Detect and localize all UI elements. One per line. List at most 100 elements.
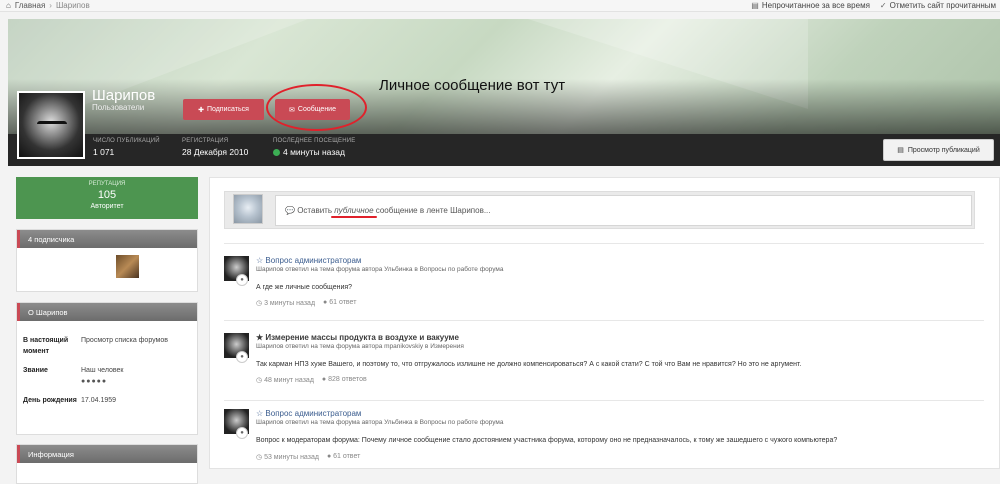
feed-body: Так карман НПЗ хуже Вашего, и поэтому то… bbox=[256, 361, 802, 368]
about-row: В настоящий момент Просмотр списка форум… bbox=[17, 335, 197, 357]
stat-value: 4 минуты назад bbox=[273, 147, 356, 157]
feed-replies-text: 61 ответ bbox=[333, 453, 361, 460]
reputation-value: 105 bbox=[97, 189, 117, 201]
feed-divider bbox=[224, 243, 984, 244]
rank-pips: ●●●●● bbox=[81, 378, 108, 385]
about-key: День рождения bbox=[23, 397, 77, 404]
star-icon: ★ bbox=[256, 333, 266, 342]
feed-footer: ◷ 3 минуты назад ● 61 ответ bbox=[256, 299, 356, 307]
feed-replies[interactable]: ● 61 ответ bbox=[327, 453, 360, 461]
about-key: В настоящий момент bbox=[23, 337, 69, 355]
followers-header: 4 подписчика bbox=[17, 230, 197, 248]
stat-label: Число публикаций bbox=[93, 138, 160, 144]
profile-name: Шарипов bbox=[92, 87, 156, 104]
info-box: Информация bbox=[16, 444, 198, 484]
stat-value: 1 071 bbox=[93, 147, 160, 157]
feed-time: ◷ 48 минут назад bbox=[256, 376, 314, 384]
list-icon: ▤ bbox=[897, 147, 904, 154]
check-icon: ✓ bbox=[879, 1, 887, 10]
reputation-label: Репутация bbox=[88, 181, 126, 187]
feed-divider bbox=[224, 400, 984, 401]
status-placeholder: 💬 Оставить публичное сообщение в ленте Ш… bbox=[285, 206, 491, 215]
feed-item: ● ☆ Вопрос администраторам Шарипов ответ… bbox=[224, 256, 984, 316]
feed-title-text: Измерение массы продукта в воздухе и вак… bbox=[265, 333, 459, 342]
feed-item: ● ☆ Вопрос администраторам Шарипов ответ… bbox=[224, 409, 984, 469]
subscribe-label: Подписаться bbox=[206, 106, 249, 113]
placeholder-emph: публичное bbox=[334, 206, 374, 215]
feed-divider bbox=[224, 320, 984, 321]
breadcrumb-separator: › bbox=[49, 1, 52, 10]
mark-read-label: Отметить сайт прочитанным bbox=[889, 1, 996, 10]
feed-body: А где же личные сообщения? bbox=[256, 284, 353, 291]
stat-posts: Число публикаций 1 071 bbox=[93, 138, 160, 157]
feed-title[interactable]: ☆ Вопрос администраторам bbox=[256, 409, 361, 418]
about-value: Наш человек ●●●●● bbox=[81, 365, 123, 387]
feed-title-text: Вопрос администраторам bbox=[265, 409, 362, 418]
feed-body: Вопрос к модераторам форума: Почему личн… bbox=[256, 437, 838, 444]
mark-read-link[interactable]: ✓ Отметить сайт прочитанным bbox=[880, 1, 996, 10]
follower-avatar[interactable] bbox=[116, 255, 139, 278]
feed-title[interactable]: ☆ Вопрос администраторам bbox=[256, 256, 361, 265]
reputation-title: Авторитет bbox=[90, 203, 124, 210]
avatar[interactable] bbox=[17, 91, 85, 159]
feed-item: ● ★ Измерение массы продукта в воздухе и… bbox=[224, 333, 984, 393]
view-posts-button[interactable]: ▤ Просмотр публикаций bbox=[883, 139, 994, 161]
stat-label: Последнее посещение bbox=[273, 138, 356, 144]
stat-value: 28 Декабря 2010 bbox=[182, 147, 248, 157]
clock-icon: ◷ bbox=[256, 454, 265, 461]
stat-last-visit: Последнее посещение 4 минуты назад bbox=[273, 138, 356, 157]
info-header: Информация bbox=[17, 445, 197, 463]
feed-title[interactable]: ★ Измерение массы продукта в воздухе и в… bbox=[256, 333, 459, 342]
rank-title: Наш человек bbox=[81, 367, 124, 374]
about-row: День рождения 17.04.1959 bbox=[17, 395, 197, 406]
feed-meta: Шарипов ответил на тема форума автора Ул… bbox=[256, 419, 504, 426]
feed-replies-text: 61 ответ bbox=[329, 299, 357, 306]
clock-icon: ◷ bbox=[256, 300, 265, 307]
sidebar: Репутация 105 Авторитет bbox=[16, 177, 198, 219]
view-posts-label: Просмотр публикаций bbox=[907, 146, 980, 154]
stat-registration: Регистрация 28 Декабря 2010 bbox=[182, 138, 248, 157]
annotation-circle bbox=[266, 84, 367, 131]
feed-time: ◷ 3 минуты назад bbox=[256, 299, 315, 307]
followers-box: 4 подписчика bbox=[16, 229, 198, 292]
top-bar: ⌂ Главная › Шарипов ▤ Непрочитанное за вс… bbox=[0, 0, 1000, 12]
about-row: Звание Наш человек ●●●●● bbox=[17, 365, 197, 387]
about-box: О Шарипов В настоящий момент Просмотр сп… bbox=[16, 302, 198, 435]
placeholder-prefix: Оставить bbox=[297, 206, 335, 215]
reply-badge-icon: ● bbox=[236, 351, 248, 363]
stat-value-text: 28 Декабря 2010 bbox=[182, 147, 249, 157]
reply-badge-icon: ● bbox=[236, 274, 248, 286]
stat-label: Регистрация bbox=[182, 138, 229, 144]
feed-meta: Шарипов ответил на тема форума автора Ул… bbox=[256, 266, 504, 273]
feed-time: ◷ 53 минуты назад bbox=[256, 453, 319, 461]
feed-footer: ◷ 48 минут назад ● 828 ответов bbox=[256, 376, 367, 384]
about-header: О Шарипов bbox=[17, 303, 197, 321]
about-value: 17.04.1959 bbox=[81, 397, 117, 404]
reply-badge-icon: ● bbox=[236, 427, 248, 439]
feed-replies[interactable]: ● 828 ответов bbox=[322, 376, 367, 384]
feed-title-text: Вопрос администраторам bbox=[265, 256, 362, 265]
unread-link[interactable]: ▤ Непрочитанное за все время bbox=[751, 1, 870, 10]
subscribe-button[interactable]: ✚ Подписаться bbox=[183, 99, 264, 120]
annotation-underline bbox=[331, 216, 377, 218]
feed-footer: ◷ 53 минуты назад ● 61 ответ bbox=[256, 453, 360, 461]
user-plus-icon: ✚ bbox=[198, 106, 204, 114]
composer-avatar bbox=[233, 194, 263, 224]
feed-time-text: 48 минут назад bbox=[264, 377, 314, 384]
feed-replies-text: 828 ответов bbox=[328, 376, 367, 383]
newspaper-icon: ▤ bbox=[751, 1, 759, 10]
star-outline-icon: ☆ bbox=[256, 409, 266, 418]
breadcrumb-home[interactable]: Главная bbox=[15, 1, 45, 10]
feed-time-text: 53 минуты назад bbox=[264, 454, 319, 461]
stat-value-text: 1 071 bbox=[93, 147, 115, 157]
clock-icon: ◷ bbox=[256, 377, 265, 384]
reputation-box: Репутация 105 Авторитет bbox=[16, 177, 198, 219]
about-value: Просмотр списка форумов bbox=[81, 337, 168, 344]
avatar-glasses bbox=[37, 121, 67, 127]
feed-time-text: 3 минуты назад bbox=[264, 300, 316, 307]
breadcrumb-current: Шарипов bbox=[55, 1, 90, 10]
online-dot-icon bbox=[273, 148, 280, 156]
top-actions: ▤ Непрочитанное за все время ✓ Отметить са… bbox=[751, 1, 996, 10]
feed-replies[interactable]: ● 61 ответ bbox=[323, 299, 356, 307]
placeholder-suffix: сообщение в ленте Шарипов... bbox=[373, 206, 491, 215]
